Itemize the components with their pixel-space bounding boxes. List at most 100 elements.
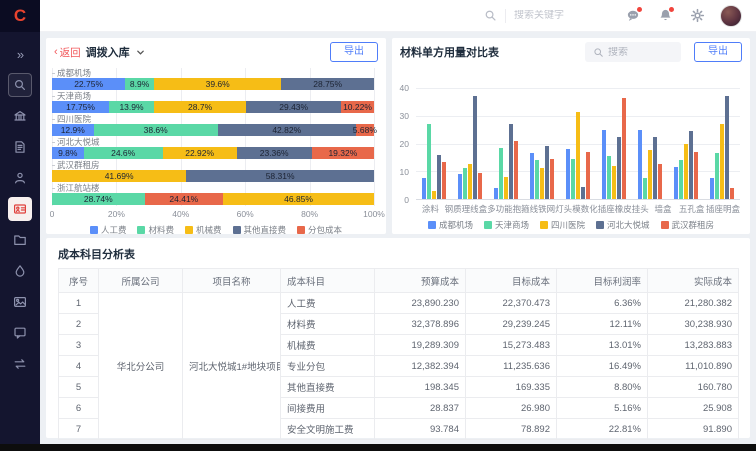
bar[interactable]	[514, 141, 518, 199]
sidebar-collapse-button[interactable]: »	[8, 42, 32, 66]
sidebar-item-users[interactable]	[8, 166, 32, 190]
bar-segment[interactable]: 19.32%	[312, 147, 374, 159]
bar-segment[interactable]: 9.8%	[52, 147, 84, 159]
stacked-bar[interactable]: 22.75%8.9%39.6%28.75%	[52, 78, 374, 90]
bar[interactable]	[535, 160, 539, 199]
bar[interactable]	[571, 159, 575, 199]
legend-item[interactable]: 材料费	[137, 224, 174, 236]
export-button[interactable]: 导出	[694, 42, 742, 62]
stacked-bar[interactable]: 9.8%24.6%22.92%23.36%19.32%	[52, 147, 374, 159]
stacked-bar[interactable]: 28.74%24.41%46.85%	[52, 193, 374, 205]
bar[interactable]	[473, 96, 477, 199]
legend-item[interactable]: 其他直接费	[233, 224, 287, 236]
export-button[interactable]: 导出	[330, 42, 378, 62]
messages-button[interactable]	[624, 7, 642, 25]
legend-item[interactable]: 成都机场	[428, 219, 473, 231]
bar[interactable]	[720, 124, 724, 199]
legend-item[interactable]: 机械费	[185, 224, 222, 236]
chart-search-input[interactable]	[608, 47, 668, 58]
sidebar-item-files[interactable]	[8, 228, 32, 252]
stacked-bar[interactable]: 17.75%13.9%28.7%29.43%10.22%	[52, 101, 374, 113]
sidebar-item-search[interactable]	[8, 73, 32, 97]
bar[interactable]	[550, 159, 554, 199]
chart-search[interactable]	[585, 42, 681, 62]
bar[interactable]	[679, 160, 683, 199]
legend-item[interactable]: 河北大悦城	[596, 219, 650, 231]
bar-segment[interactable]: 10.22%	[341, 101, 374, 113]
title-dropdown[interactable]	[136, 48, 145, 57]
table-row[interactable]: 1华北分公司河北大悦城1#地块项目人工费23,890.23022,370.473…	[59, 293, 739, 314]
bar-segment[interactable]: 28.7%	[154, 101, 246, 113]
sidebar-item-documents[interactable]	[8, 135, 32, 159]
bar[interactable]	[586, 152, 590, 199]
bar[interactable]	[499, 148, 503, 199]
bar-segment[interactable]: 13.9%	[109, 101, 154, 113]
bar[interactable]	[581, 187, 585, 199]
bar[interactable]	[530, 153, 534, 199]
sidebar-item-resources[interactable]	[8, 259, 32, 283]
bar[interactable]	[689, 131, 693, 199]
bar[interactable]	[468, 164, 472, 199]
bar[interactable]	[715, 153, 719, 199]
legend-item[interactable]: 四川医院	[540, 219, 585, 231]
bar-segment[interactable]: 24.6%	[84, 147, 163, 159]
bar-segment[interactable]: 22.92%	[163, 147, 237, 159]
legend-item[interactable]: 武汉群租房	[661, 219, 715, 231]
bar[interactable]	[684, 144, 688, 200]
bar-segment[interactable]: 58.31%	[186, 170, 374, 182]
bar-segment[interactable]: 5.68%	[356, 124, 374, 136]
bar[interactable]	[617, 137, 621, 199]
settings-button[interactable]	[688, 7, 706, 25]
bar[interactable]	[643, 178, 647, 199]
bar-segment[interactable]: 39.6%	[154, 78, 282, 90]
bar[interactable]	[540, 168, 544, 199]
header-search-input[interactable]	[514, 10, 584, 21]
stacked-bar[interactable]: 41.69%58.31%	[52, 170, 374, 182]
bar[interactable]	[674, 167, 678, 199]
sidebar-item-transfer[interactable]	[8, 352, 32, 376]
bar[interactable]	[694, 152, 698, 199]
bar[interactable]	[478, 173, 482, 199]
bar[interactable]	[725, 96, 729, 199]
legend-item[interactable]: 人工费	[90, 224, 127, 236]
bar[interactable]	[612, 166, 616, 199]
bar[interactable]	[504, 177, 508, 199]
legend-item[interactable]: 天津商场	[484, 219, 529, 231]
bar[interactable]	[710, 178, 714, 199]
back-link[interactable]: ‹返回	[54, 45, 81, 60]
bar[interactable]	[422, 178, 426, 199]
bar[interactable]	[463, 168, 467, 199]
stacked-bar[interactable]: 12.9%38.6%42.82%5.68%	[52, 124, 374, 136]
bar[interactable]	[494, 188, 498, 199]
bar[interactable]	[602, 130, 606, 199]
bar[interactable]	[545, 146, 549, 199]
bar-segment[interactable]: 42.82%	[218, 124, 356, 136]
bar-segment[interactable]: 17.75%	[52, 101, 109, 113]
bar[interactable]	[427, 124, 431, 199]
legend-item[interactable]: 分包成本	[297, 224, 342, 236]
bar[interactable]	[658, 164, 662, 199]
bar[interactable]	[607, 156, 611, 199]
bar[interactable]	[566, 149, 570, 199]
bar[interactable]	[653, 137, 657, 199]
sidebar-item-cost-management[interactable]	[8, 197, 32, 221]
bar[interactable]	[432, 191, 436, 199]
bar[interactable]	[730, 188, 734, 199]
bar-segment[interactable]: 28.74%	[52, 193, 145, 205]
bar-segment[interactable]: 24.41%	[145, 193, 224, 205]
sidebar-item-messages[interactable]	[8, 321, 32, 345]
bar[interactable]	[509, 124, 513, 199]
bar-segment[interactable]: 22.75%	[52, 78, 125, 90]
header-search[interactable]	[484, 9, 584, 23]
bar[interactable]	[576, 112, 580, 199]
user-avatar[interactable]	[720, 5, 742, 27]
notifications-button[interactable]	[656, 7, 674, 25]
bar[interactable]	[458, 174, 462, 199]
bar[interactable]	[442, 162, 446, 199]
bar[interactable]	[437, 155, 441, 199]
bar[interactable]	[648, 150, 652, 199]
bar-segment[interactable]: 38.6%	[94, 124, 218, 136]
bar-segment[interactable]: 23.36%	[237, 147, 312, 159]
bar[interactable]	[622, 98, 626, 199]
bar-segment[interactable]: 41.69%	[52, 170, 186, 182]
